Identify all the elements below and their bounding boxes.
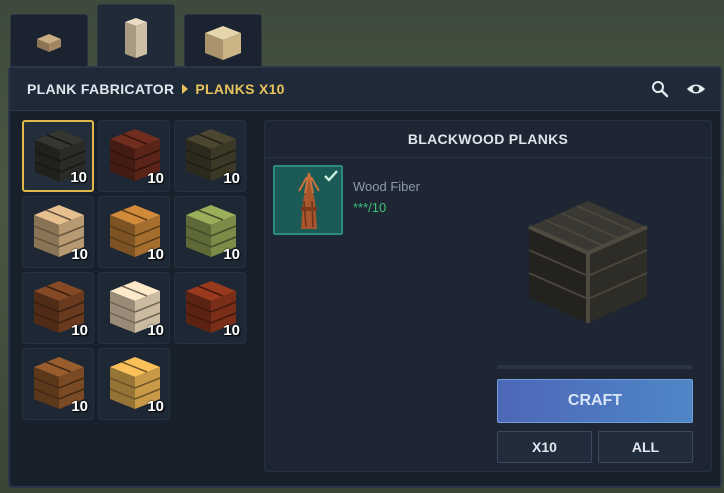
recipe-slot[interactable]: 10 [174,120,246,192]
ingredient-count: ***/10 [353,200,387,215]
recipe-qty: 10 [70,169,87,186]
recipe-slot[interactable]: 10 [174,196,246,268]
tab-tall-block[interactable] [97,4,175,74]
recipe-qty: 10 [223,246,240,263]
panel-header: PLANK FABRICATOR PLANKS X10 [10,68,720,111]
recipe-slot[interactable]: 10 [98,120,170,192]
check-icon [324,170,338,182]
recipe-slot[interactable]: 10 [22,272,94,344]
recipe-slot[interactable]: 10 [98,348,170,420]
ingredient-slot[interactable] [273,165,343,235]
recipe-qty: 10 [147,170,164,187]
ingredient-row: Wood Fiber ***/10 [273,165,420,235]
recipe-qty: 10 [71,246,88,263]
small-plank-block-icon [37,34,61,52]
recipe-slot[interactable]: 10 [174,272,246,344]
recipe-qty: 10 [223,170,240,187]
ingredient-name: Wood Fiber [353,179,420,194]
craft-button[interactable]: CRAFT [497,379,693,423]
recipe-qty: 10 [147,322,164,339]
recipe-qty: 10 [147,246,164,263]
tab-block[interactable] [184,14,262,71]
breadcrumb-current: PLANKS X10 [195,81,285,97]
recipe-slot[interactable]: 10 [22,196,94,268]
tab-small-block[interactable] [10,14,88,71]
eye-icon[interactable] [686,79,706,99]
recipe-grid: 10 10 10 10 10 10 10 10 10 10 10 [22,120,248,420]
preview-block-icon [528,201,648,323]
breadcrumb-arrow-icon [182,84,189,94]
recipe-slot[interactable]: 10 [98,272,170,344]
recipe-qty: 10 [223,322,240,339]
recipe-slot[interactable]: 10 [98,196,170,268]
wood-fiber-icon [298,172,320,229]
recipe-slot[interactable]: 10 [22,120,94,192]
category-tabs [0,0,724,74]
progress-track [497,365,693,369]
recipe-detail: BLACKWOOD PLANKS Wood Fiber ***/10 CRAFT… [264,120,712,472]
all-button[interactable]: ALL [598,431,693,463]
search-icon[interactable] [650,79,670,99]
recipe-title: BLACKWOOD PLANKS [265,121,711,158]
x10-button[interactable]: X10 [497,431,592,463]
fabricator-panel: PLANK FABRICATOR PLANKS X10 10 10 10 10 10 10… [8,66,722,488]
plank-block-icon [205,26,241,60]
breadcrumb-root[interactable]: PLANK FABRICATOR [27,81,174,97]
recipe-qty: 10 [71,398,88,415]
tall-plank-block-icon [125,18,147,58]
recipe-slot[interactable]: 10 [22,348,94,420]
recipe-qty: 10 [147,398,164,415]
recipe-qty: 10 [71,322,88,339]
